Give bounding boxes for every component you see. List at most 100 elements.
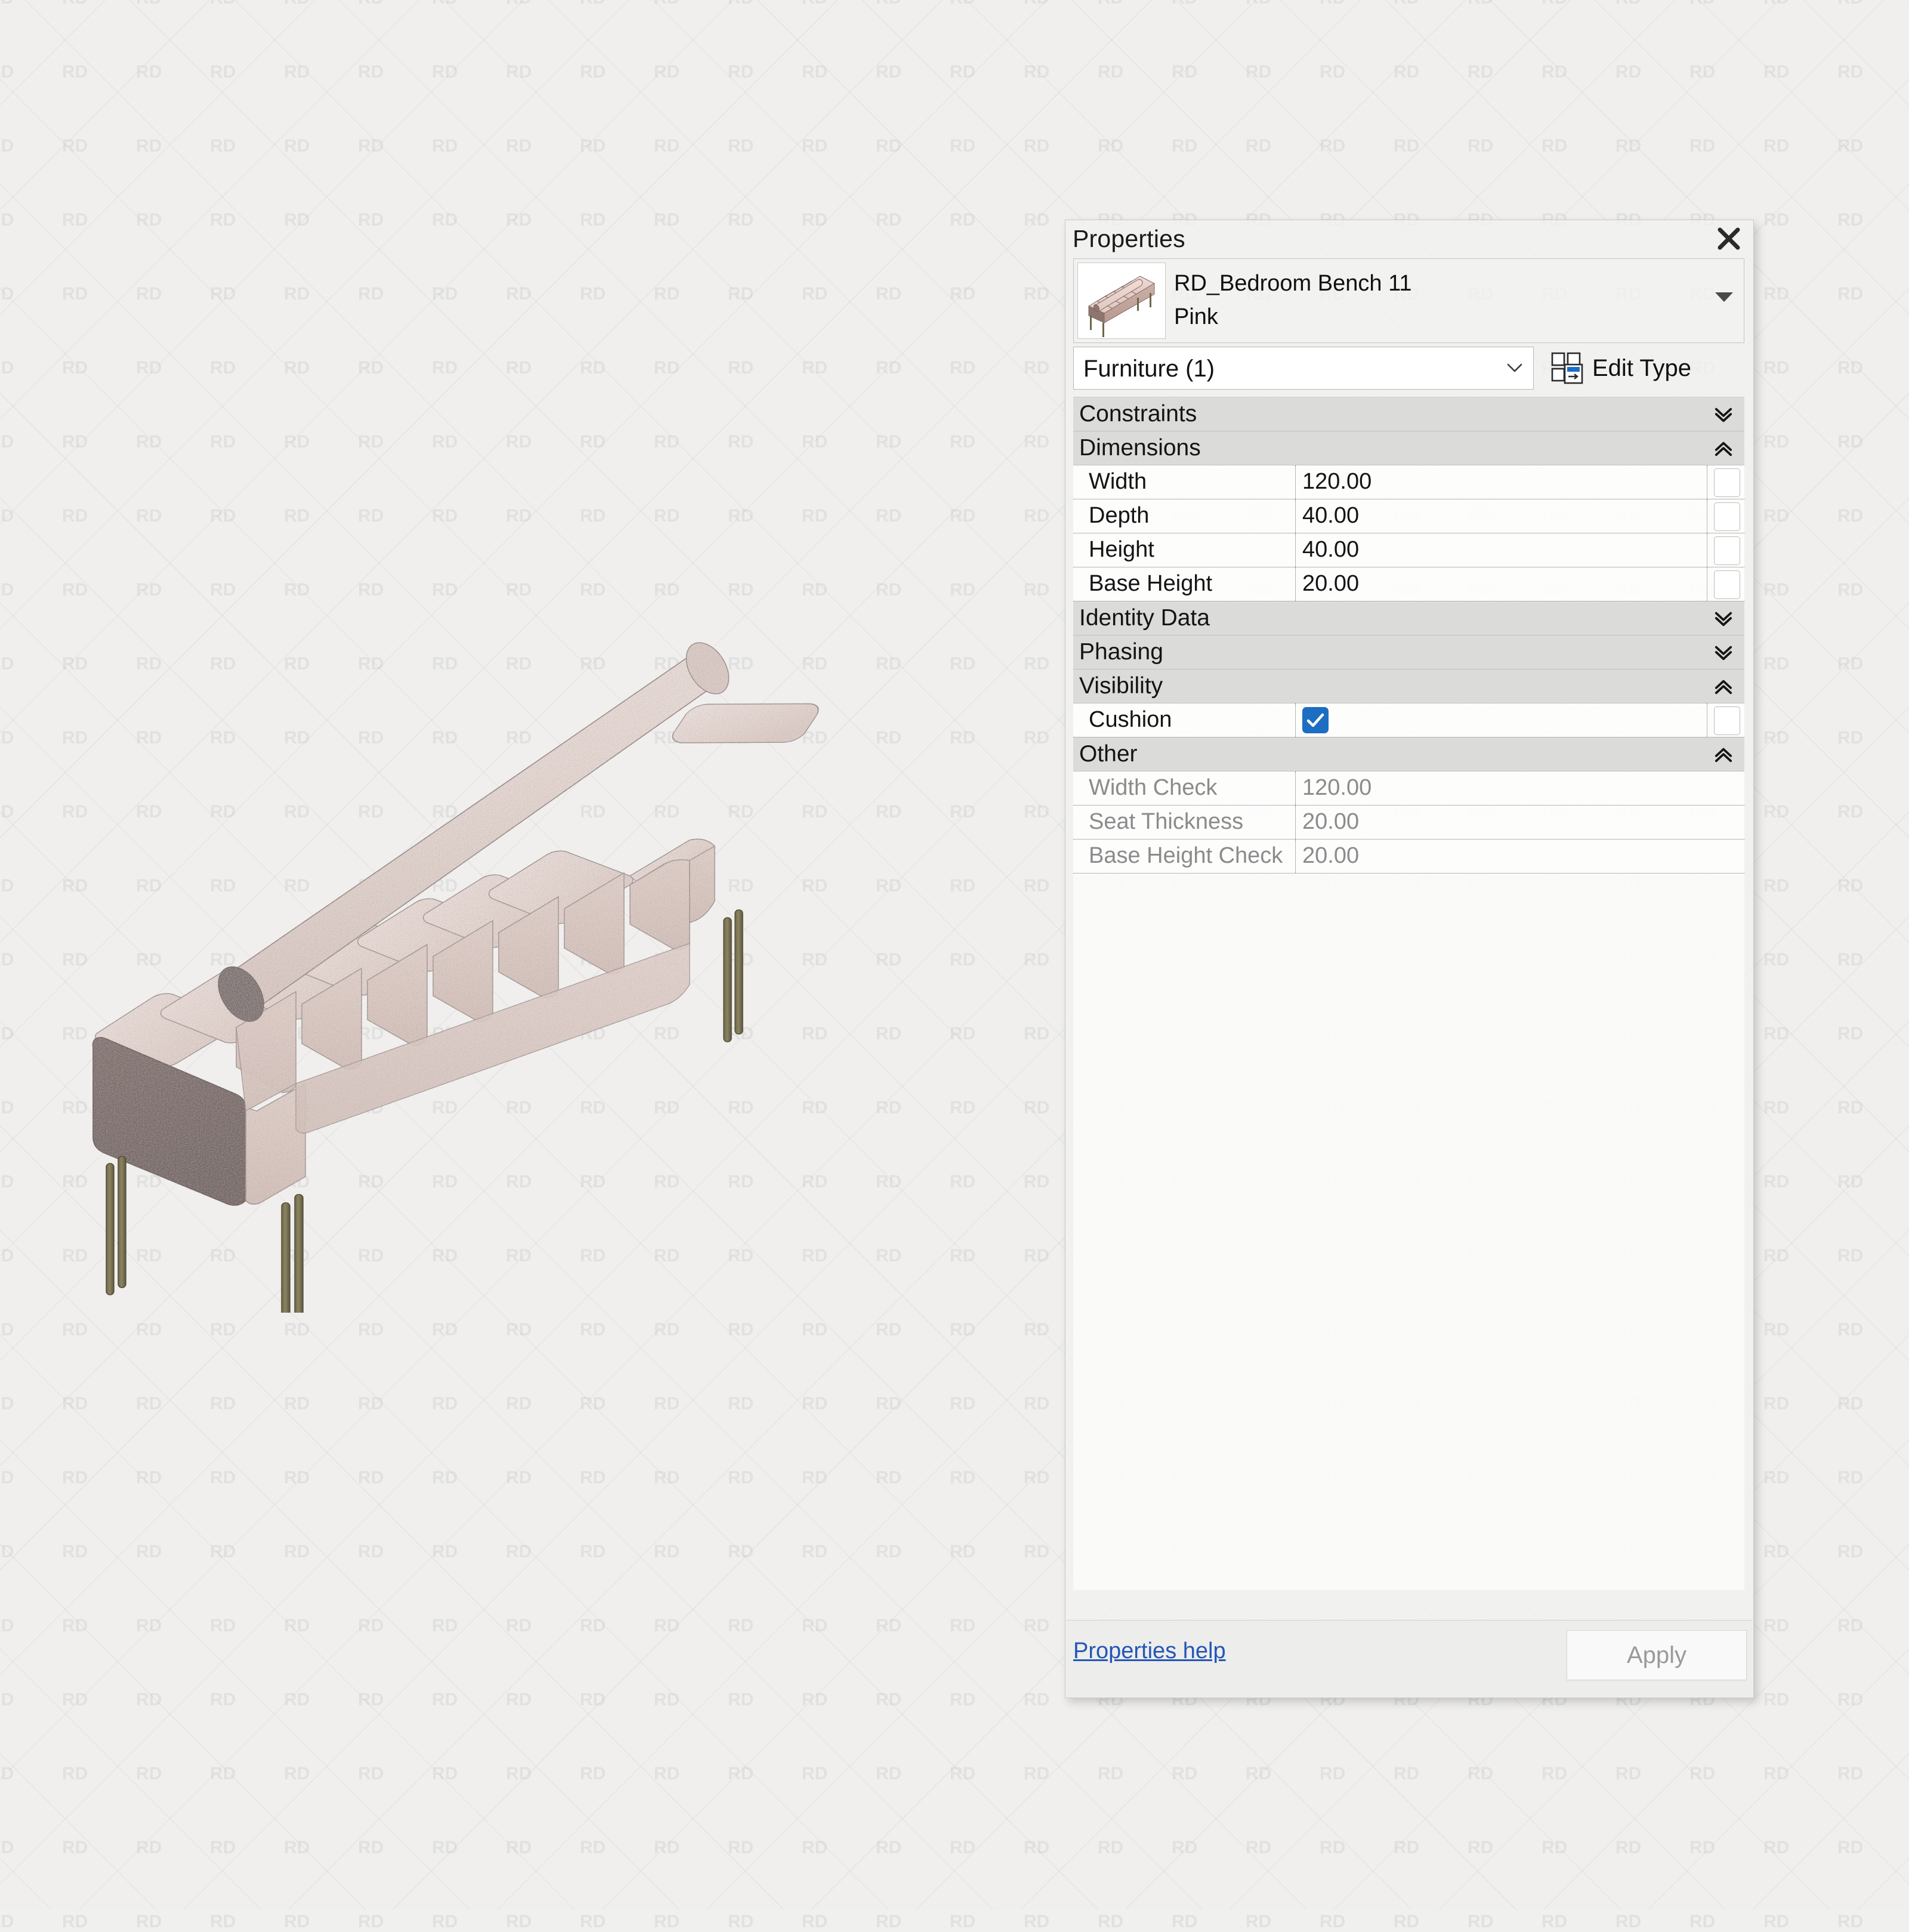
chevron-double-down-icon[interactable] — [1713, 644, 1734, 662]
watermark-label: RD — [358, 1616, 384, 1636]
watermark-label: RD — [1024, 1542, 1049, 1562]
section-header-dimensions[interactable]: Dimensions — [1073, 431, 1744, 465]
bench-3d-model[interactable] — [72, 567, 877, 1313]
watermark-label: RD — [728, 1912, 753, 1932]
watermark-label: RD — [358, 1542, 384, 1562]
column-divider — [1295, 499, 1296, 533]
watermark-label: RD — [876, 284, 901, 304]
watermark-label: RD — [62, 1542, 88, 1562]
watermark-label: RD — [1468, 62, 1493, 82]
watermark-label: RD — [802, 210, 827, 230]
chevron-double-up-icon[interactable] — [1713, 678, 1734, 696]
section-header-identity data[interactable]: Identity Data — [1073, 601, 1744, 635]
watermark-label: RD — [950, 0, 975, 8]
watermark-label: RD — [1615, 1838, 1641, 1858]
property-value[interactable]: 20.00 — [1302, 571, 1359, 597]
watermark-label: RD — [654, 284, 679, 304]
watermark-label: RD — [1615, 136, 1641, 156]
property-row[interactable]: Seat Thickness20.00 — [1073, 805, 1744, 840]
property-value[interactable]: 20.00 — [1302, 843, 1359, 869]
chevron-double-up-icon[interactable] — [1713, 440, 1734, 458]
watermark-label: RD — [1837, 1320, 1863, 1340]
watermark-label: RD — [62, 210, 88, 230]
cushion-checkbox[interactable] — [1302, 707, 1329, 733]
watermark-label: RD — [432, 432, 458, 452]
section-header-other[interactable]: Other — [1073, 737, 1744, 771]
watermark-label: RD — [876, 1468, 901, 1488]
watermark-label: RD — [1468, 1764, 1493, 1784]
property-value[interactable]: 120.00 — [1302, 469, 1371, 495]
chevron-double-down-icon[interactable] — [1713, 610, 1734, 628]
watermark-label: RD — [358, 432, 384, 452]
property-row[interactable]: Height40.00 — [1073, 533, 1744, 567]
watermark-label: RD — [950, 1690, 975, 1710]
associate-parameter-button[interactable] — [1714, 570, 1740, 599]
watermark-label: RD — [876, 506, 901, 526]
property-row[interactable]: Base Height20.00 — [1073, 567, 1744, 601]
properties-help-link[interactable]: Properties help — [1073, 1638, 1226, 1664]
section-label: Identity Data — [1079, 605, 1210, 631]
watermark-label: RD — [432, 358, 458, 378]
property-row[interactable]: Base Height Check20.00 — [1073, 840, 1744, 874]
property-row[interactable]: Cushion — [1073, 703, 1744, 737]
property-row[interactable]: Depth40.00 — [1073, 499, 1744, 533]
associate-parameter-button[interactable] — [1714, 468, 1740, 497]
associate-parameter-button[interactable] — [1714, 536, 1740, 565]
watermark-label: RD — [0, 1468, 14, 1488]
watermark-label: RD — [876, 210, 901, 230]
watermark-label: RD — [1763, 1542, 1789, 1562]
watermark-label: RD — [1615, 1764, 1641, 1784]
watermark-label: RD — [0, 802, 14, 822]
watermark-label: RD — [62, 506, 88, 526]
associate-parameter-button[interactable] — [1714, 706, 1740, 735]
property-row[interactable]: Width Check120.00 — [1073, 771, 1744, 805]
property-value[interactable]: 20.00 — [1302, 809, 1359, 835]
watermark-label: RD — [136, 136, 162, 156]
caret-down-icon[interactable] — [1715, 292, 1733, 302]
watermark-label: RD — [284, 0, 310, 8]
watermark-label: RD — [62, 1320, 88, 1340]
property-value[interactable]: 120.00 — [1302, 775, 1371, 801]
apply-button[interactable]: Apply — [1567, 1630, 1747, 1680]
watermark-label: RD — [950, 284, 975, 304]
section-header-phasing[interactable]: Phasing — [1073, 635, 1744, 669]
associate-parameter-button[interactable] — [1714, 502, 1740, 531]
watermark-label: RD — [358, 210, 384, 230]
watermark-label: RD — [950, 1468, 975, 1488]
section-header-visibility[interactable]: Visibility — [1073, 669, 1744, 703]
section-header-constraints[interactable]: Constraints — [1073, 397, 1744, 431]
watermark-label: RD — [506, 1468, 532, 1488]
type-selector[interactable]: RD_Bedroom Bench 11 Pink — [1073, 258, 1744, 343]
properties-table[interactable]: ConstraintsDimensionsWidth120.00Depth40.… — [1073, 397, 1744, 1590]
watermark-label: RD — [1837, 1764, 1863, 1784]
close-icon[interactable] — [1713, 223, 1745, 255]
chevron-down-icon[interactable] — [1507, 363, 1522, 374]
watermark-label: RD — [1172, 1764, 1197, 1784]
watermark-label: RD — [1394, 62, 1419, 82]
watermark-label: RD — [506, 1394, 532, 1414]
watermark-label: RD — [802, 358, 827, 378]
property-value[interactable]: 40.00 — [1302, 503, 1359, 529]
watermark-label: RD — [1024, 0, 1049, 8]
watermark-label: RD — [284, 1912, 310, 1932]
watermark-label: RD — [1246, 1838, 1271, 1858]
chevron-double-up-icon[interactable] — [1713, 746, 1734, 764]
watermark-label: RD — [1394, 1912, 1419, 1932]
watermark-label: RD — [654, 1690, 679, 1710]
bench-legs-back — [724, 910, 743, 1042]
watermark-label: RD — [876, 1172, 901, 1192]
properties-palette[interactable]: Properties — [1065, 220, 1754, 1698]
watermark-label: RD — [1763, 580, 1789, 600]
category-select[interactable]: Furniture (1) — [1073, 347, 1534, 390]
watermark-label: RD — [210, 1690, 236, 1710]
watermark-label: RD — [728, 1764, 753, 1784]
watermark-label: RD — [1837, 284, 1863, 304]
watermark-label: RD — [654, 1912, 679, 1932]
edit-type-button[interactable]: Edit Type — [1550, 348, 1691, 388]
property-row[interactable]: Width120.00 — [1073, 465, 1744, 499]
property-value[interactable]: 40.00 — [1302, 537, 1359, 563]
watermark-label: RD — [1837, 506, 1863, 526]
chevron-double-down-icon[interactable] — [1713, 406, 1734, 424]
watermark-label: RD — [1763, 432, 1789, 452]
watermark-label: RD — [876, 1320, 901, 1340]
